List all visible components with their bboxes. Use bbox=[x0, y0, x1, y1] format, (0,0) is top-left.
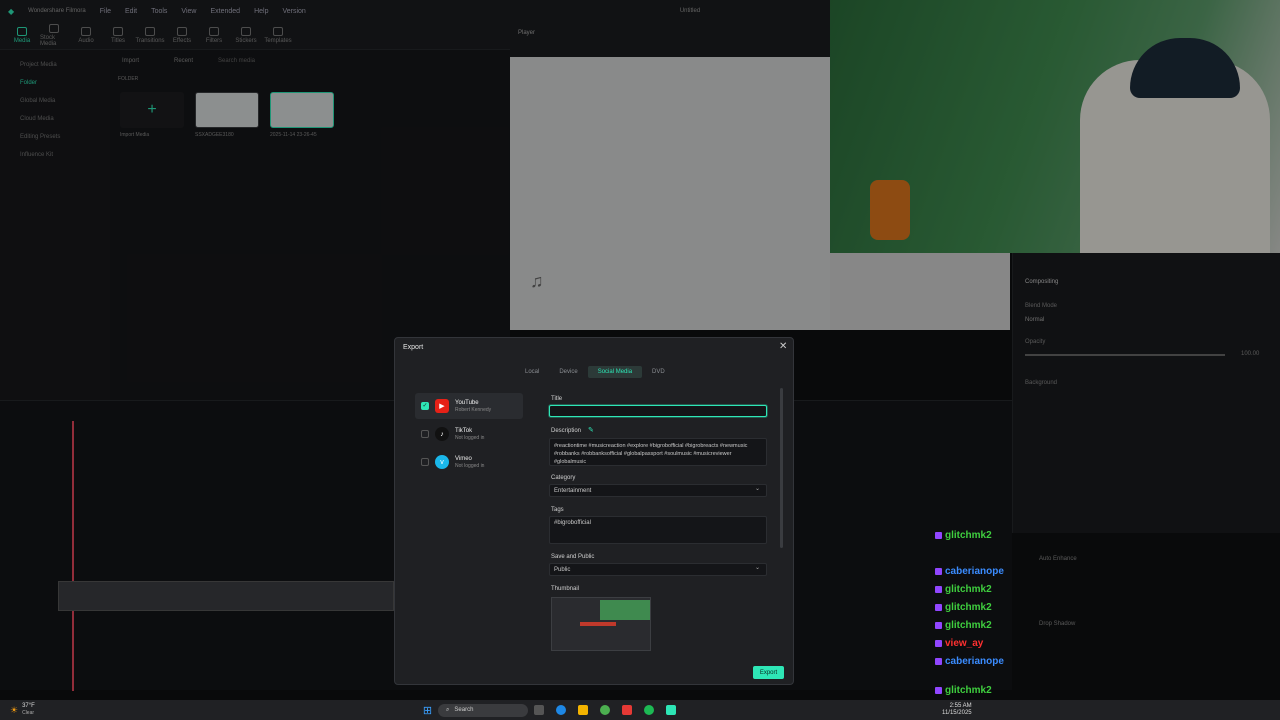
export-button[interactable]: Export bbox=[753, 666, 784, 679]
privacy-select[interactable]: Public bbox=[549, 563, 767, 576]
weather-widget[interactable]: 37°F Clear bbox=[22, 703, 35, 717]
platform-name: Vimeo bbox=[455, 455, 472, 462]
weather-desc: Clear bbox=[22, 710, 35, 716]
twitch-badge-icon bbox=[935, 640, 942, 647]
tags-label: Tags bbox=[551, 507, 564, 513]
weather-icon: ☀ bbox=[10, 704, 19, 715]
filmora-taskbar-icon[interactable] bbox=[666, 705, 677, 715]
chat-line: glitchmk2 bbox=[935, 584, 992, 595]
spotify-icon[interactable] bbox=[644, 705, 655, 715]
twitch-badge-icon bbox=[935, 658, 942, 665]
export-dialog: Export ✕ Local Device Social Media DVD ✓… bbox=[394, 337, 794, 685]
twitch-badge-icon bbox=[935, 604, 942, 611]
dialog-scrollbar[interactable] bbox=[780, 388, 783, 548]
youtube-icon: ▶ bbox=[435, 399, 449, 413]
weather-temp: 37°F bbox=[22, 703, 35, 709]
search-icon: ⌕ bbox=[446, 706, 450, 713]
youtube-app-icon[interactable] bbox=[622, 705, 633, 715]
category-select[interactable]: Entertainment bbox=[549, 484, 767, 497]
dialog-title: Export bbox=[403, 344, 424, 351]
export-tabs: Local Device Social Media DVD bbox=[515, 366, 675, 378]
close-icon[interactable]: ✕ bbox=[779, 341, 787, 352]
twitch-badge-icon bbox=[935, 586, 942, 593]
platform-youtube[interactable]: ✓ ▶ YouTube Robert Kennedy bbox=[415, 393, 523, 419]
tab-device[interactable]: Device bbox=[549, 366, 587, 378]
windows-taskbar: ☀ 37°F Clear ⊞ ⌕ Search 2:55 AM 11/15/202… bbox=[0, 700, 1280, 720]
platform-status: Not logged in bbox=[455, 434, 485, 441]
checkbox-youtube[interactable]: ✓ bbox=[421, 402, 429, 410]
chat-line: view_ay bbox=[935, 638, 983, 649]
title-input[interactable] bbox=[549, 405, 767, 417]
platform-tiktok[interactable]: ♪ TikTok Not logged in bbox=[415, 421, 523, 447]
windows-start-icon[interactable]: ⊞ bbox=[423, 704, 432, 717]
checkbox-tiktok[interactable] bbox=[421, 430, 429, 438]
thumbnail-text bbox=[580, 622, 616, 626]
platform-name: YouTube bbox=[455, 399, 479, 406]
platform-account: Robert Kennedy bbox=[455, 406, 492, 413]
twitch-badge-icon bbox=[935, 687, 942, 694]
description-label: Description bbox=[551, 428, 582, 434]
category-label: Category bbox=[551, 475, 576, 481]
twitch-badge-icon bbox=[935, 532, 942, 539]
twitch-badge-icon bbox=[935, 622, 942, 629]
platform-name: TikTok bbox=[455, 427, 473, 434]
task-view-icon[interactable] bbox=[534, 705, 545, 715]
tab-local[interactable]: Local bbox=[515, 366, 549, 378]
file-explorer-icon[interactable] bbox=[578, 705, 589, 715]
chat-line: glitchmk2 bbox=[935, 530, 992, 541]
stream-chat: glitchmk2 caberianope glitchmk2 glitchmk… bbox=[935, 530, 1055, 714]
platform-vimeo[interactable]: v Vimeo Not logged in bbox=[415, 449, 523, 475]
thumbnail-label: Thumbnail bbox=[551, 586, 580, 592]
tags-input[interactable]: #bigrobofficial bbox=[549, 516, 767, 544]
clock-date: 11/15/2025 bbox=[942, 710, 972, 716]
thumbnail-webcam bbox=[600, 600, 650, 620]
edge-icon[interactable] bbox=[556, 705, 567, 715]
chat-line: caberianope bbox=[935, 566, 1004, 577]
privacy-label: Save and Public bbox=[551, 554, 595, 560]
tab-dvd[interactable]: DVD bbox=[642, 366, 675, 378]
tiktok-icon: ♪ bbox=[435, 427, 449, 441]
chat-line: caberianope bbox=[935, 656, 1004, 667]
title-label: Title bbox=[551, 396, 563, 402]
chrome-icon[interactable] bbox=[600, 705, 611, 715]
chat-line: glitchmk2 bbox=[935, 602, 992, 613]
taskbar-search[interactable]: ⌕ Search bbox=[438, 703, 529, 717]
tab-social-media[interactable]: Social Media bbox=[587, 366, 643, 378]
thumbnail-preview[interactable] bbox=[551, 597, 651, 651]
description-textarea[interactable]: #reactiontime #musicreaction #explore #b… bbox=[549, 438, 767, 466]
vimeo-icon: v bbox=[435, 455, 449, 469]
clock[interactable]: 2:55 AM 11/15/2025 bbox=[942, 703, 972, 717]
ai-generate-icon[interactable]: ✎ bbox=[588, 426, 594, 434]
search-label: Search bbox=[454, 707, 474, 713]
checkbox-vimeo[interactable] bbox=[421, 458, 429, 466]
clock-time: 2:55 AM bbox=[949, 703, 972, 709]
platform-status: Not logged in bbox=[455, 462, 485, 469]
chat-line: glitchmk2 bbox=[935, 685, 992, 696]
twitch-badge-icon bbox=[935, 568, 942, 575]
chat-line: glitchmk2 bbox=[935, 620, 992, 631]
